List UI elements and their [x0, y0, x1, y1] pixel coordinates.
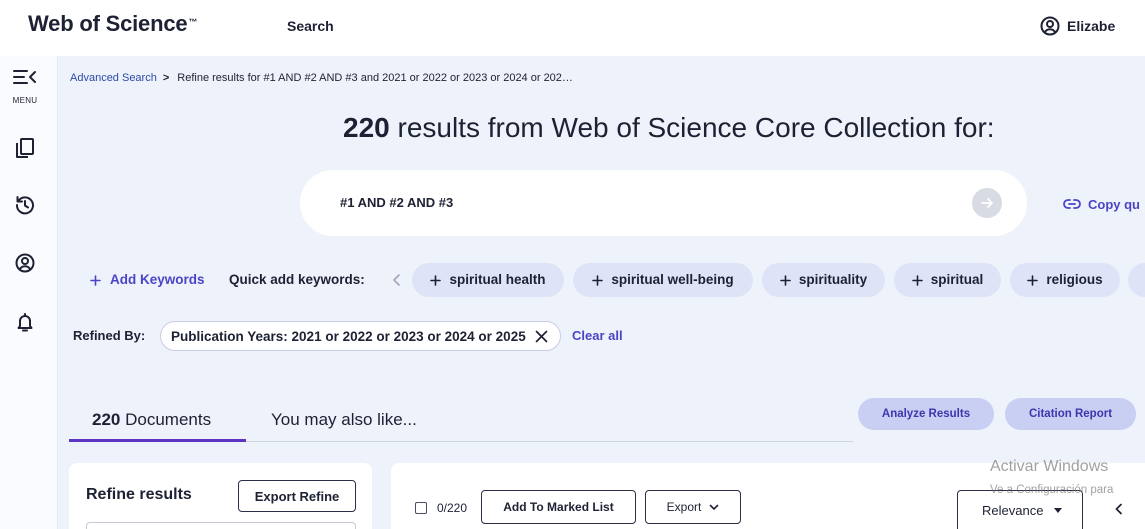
left-nav-rail: [0, 56, 58, 529]
search-submit-button[interactable]: [972, 188, 1002, 218]
quick-keyword-label: religious: [1046, 272, 1103, 287]
clear-all-link[interactable]: Clear all: [572, 328, 623, 344]
logo-text: Web of Science: [28, 11, 188, 36]
plus-icon: [1027, 274, 1039, 286]
filter-chip-label: Publication Years: 2021 or 2022 or 2023 …: [171, 329, 526, 344]
user-name: Elizabe: [1067, 18, 1116, 34]
active-tab-indicator: [69, 439, 246, 442]
documents-label: Documents: [125, 410, 212, 429]
quick-keyword-chip-partial[interactable]: [1128, 263, 1145, 297]
refine-results-panel: Refine results Export Refine: [69, 463, 372, 529]
quick-keyword-chip[interactable]: spiritual health: [412, 263, 564, 297]
history-icon[interactable]: [15, 195, 35, 215]
analyze-results-button[interactable]: Analyze Results: [858, 398, 994, 430]
results-heading: 220 results from Web of Science Core Col…: [343, 111, 995, 145]
tabs-divider: [246, 441, 853, 442]
notifications-bell-icon[interactable]: [15, 312, 35, 332]
close-icon[interactable]: [535, 330, 548, 343]
chevron-left-icon[interactable]: [1115, 503, 1123, 515]
web-of-science-logo[interactable]: Web of Science™: [28, 10, 197, 38]
arrow-right-icon: [981, 198, 993, 208]
top-header: Web of Science™ Search Elizabe: [0, 0, 1145, 56]
export-refine-button[interactable]: Export Refine: [238, 480, 356, 512]
caret-down-icon: [1054, 508, 1062, 513]
copy-query-label: Copy qu: [1088, 197, 1140, 212]
sort-by-select[interactable]: Relevance: [957, 490, 1083, 529]
quick-keyword-chip[interactable]: spirituality: [762, 263, 885, 297]
link-icon: [1063, 199, 1081, 209]
breadcrumb-advanced-search-link[interactable]: Advanced Search: [70, 72, 157, 84]
chevron-down-icon: [710, 504, 719, 510]
quick-keyword-label: spiritual well-being: [611, 272, 734, 287]
documents-count: 220: [92, 410, 121, 429]
sort-value: Relevance: [982, 503, 1044, 518]
breadcrumb-current: Refine results for #1 AND #2 AND #3 and …: [177, 72, 573, 84]
search-query-box[interactable]: #1 AND #2 AND #3: [300, 170, 1027, 236]
quick-keyword-chip[interactable]: religious: [1010, 263, 1120, 297]
chevron-left-icon[interactable]: [392, 273, 402, 287]
refine-search-input[interactable]: [86, 522, 356, 529]
logo-trademark: ™: [188, 17, 198, 27]
nav-search-link[interactable]: Search: [287, 16, 334, 36]
quick-keyword-chip[interactable]: spiritual: [894, 263, 1001, 297]
add-to-marked-list-button[interactable]: Add To Marked List: [481, 490, 636, 524]
account-icon[interactable]: [15, 253, 35, 273]
plus-icon: [592, 274, 604, 286]
selected-count: 0/220: [437, 501, 468, 515]
refined-by-label: Refined By:: [73, 328, 146, 343]
export-button[interactable]: Export: [645, 490, 741, 524]
menu-label: MENU: [12, 96, 38, 105]
refine-results-title: Refine results: [86, 486, 192, 503]
quick-add-keywords-label: Quick add keywords:: [229, 272, 365, 287]
menu-collapse-icon[interactable]: [13, 69, 37, 85]
publication-years-filter-chip: Publication Years: 2021 or 2022 or 2023 …: [160, 321, 561, 351]
breadcrumb: Advanced Search > Refine results for #1 AN…: [70, 71, 573, 85]
tab-you-may-also-like[interactable]: You may also like...: [271, 409, 417, 431]
citation-report-button[interactable]: Citation Report: [1005, 398, 1136, 430]
select-all-checkbox[interactable]: [415, 502, 427, 514]
quick-keyword-label: spirituality: [798, 272, 868, 287]
breadcrumb-separator: >: [162, 72, 170, 84]
plus-icon: [911, 274, 923, 286]
plus-icon: [780, 274, 791, 286]
results-heading-text: results from Web of Science Core Collect…: [397, 112, 995, 143]
results-panel: 0/220 Add To Marked List Export Relevanc…: [391, 463, 1145, 529]
copy-query-link[interactable]: Copy qu: [1063, 196, 1145, 214]
results-count: 220: [343, 112, 390, 143]
tab-documents[interactable]: 220 Documents: [92, 409, 211, 431]
search-query-text: #1 AND #2 AND #3: [340, 195, 454, 210]
quick-keyword-label: spiritual health: [449, 272, 546, 287]
plus-icon: [430, 274, 442, 286]
marked-list-icon[interactable]: [16, 138, 34, 158]
account-circle-icon: [1040, 16, 1060, 36]
plus-icon: [90, 274, 101, 286]
user-menu[interactable]: Elizabe: [1040, 15, 1145, 37]
add-keywords-label: Add Keywords: [110, 272, 205, 287]
quick-keyword-label: spiritual: [930, 272, 984, 287]
export-label: Export: [666, 500, 702, 514]
add-keywords-button[interactable]: Add Keywords: [90, 271, 205, 289]
quick-keyword-chip[interactable]: spiritual well-being: [573, 263, 753, 297]
